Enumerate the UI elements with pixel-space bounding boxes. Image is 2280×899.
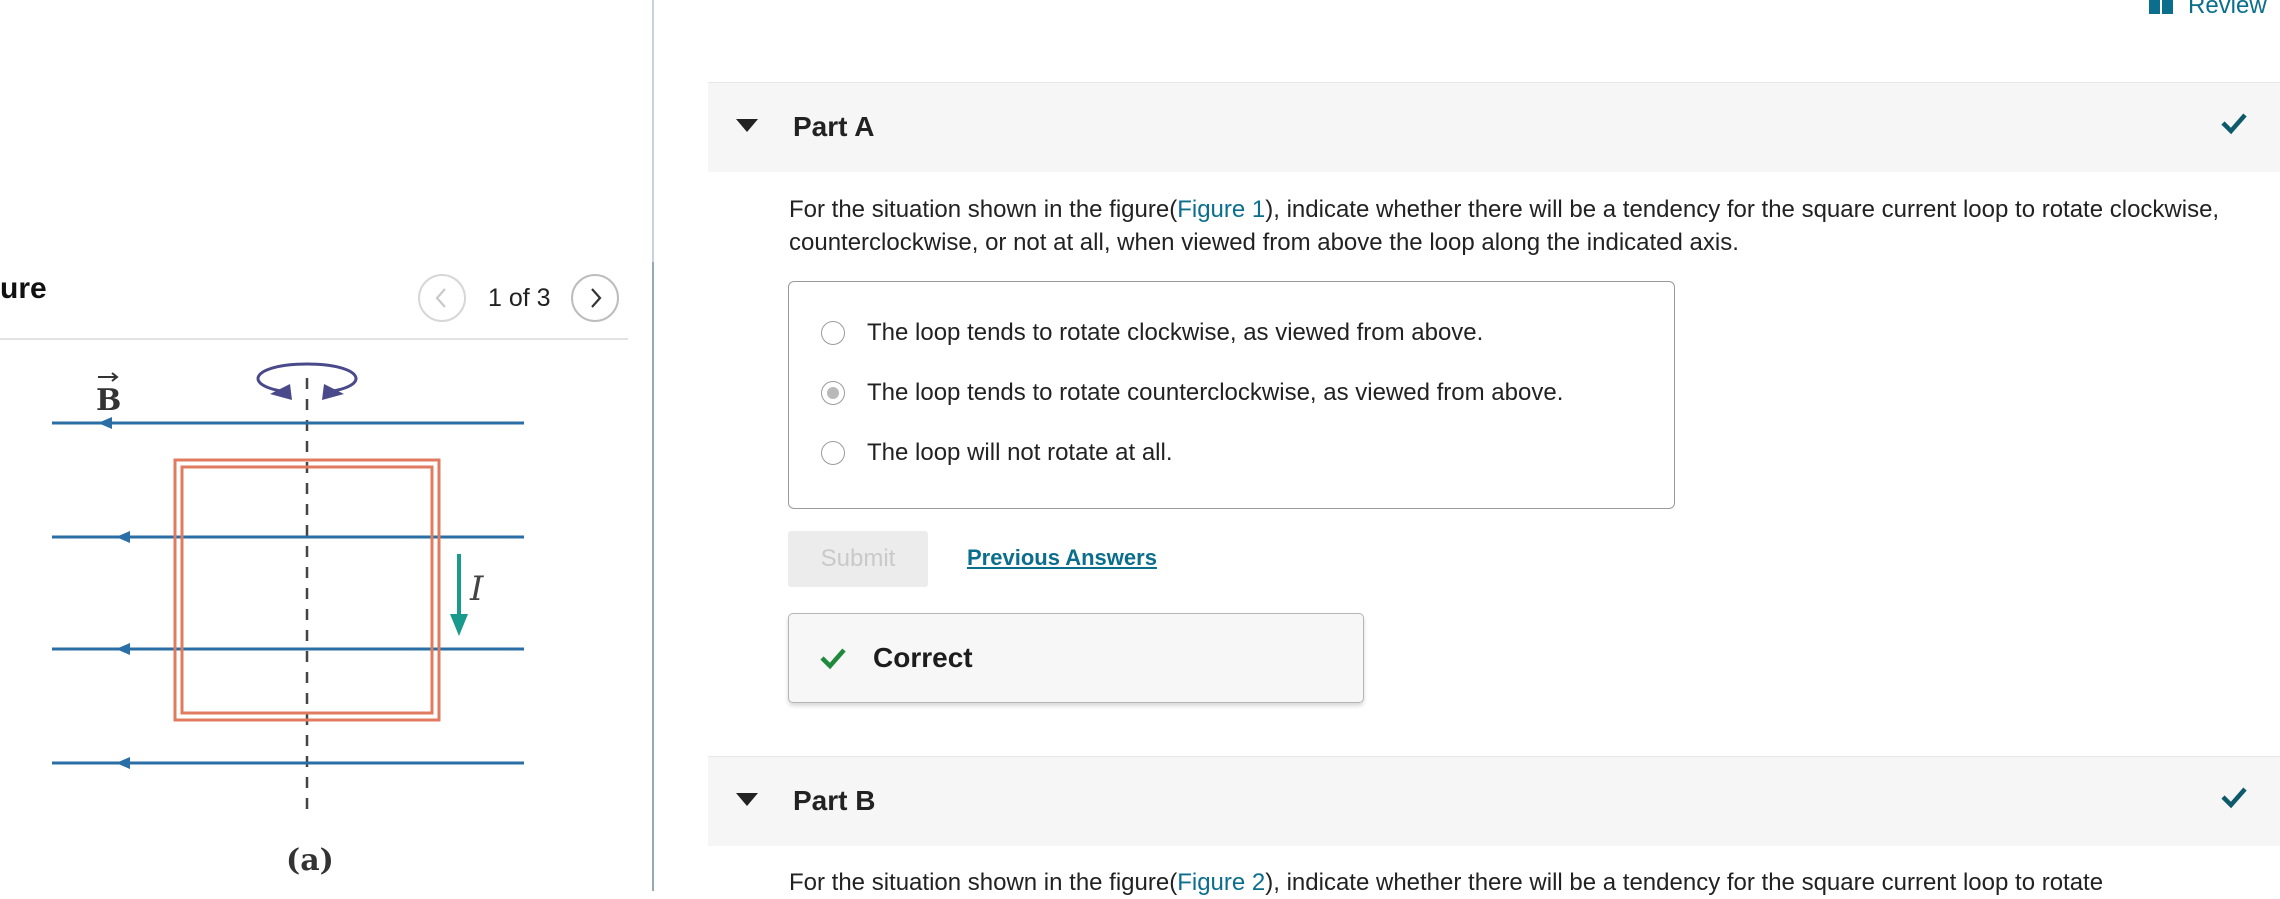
caret-down-icon <box>736 119 758 132</box>
feedback-text: Correct <box>873 642 973 673</box>
option-clockwise[interactable]: The loop tends to rotate clockwise, as v… <box>821 319 1483 347</box>
svg-text:I: I <box>469 569 484 609</box>
figure-panel-title: ure <box>0 272 47 305</box>
checkmark-icon <box>2221 787 2247 809</box>
correct-check-icon <box>820 648 846 670</box>
figure-1-link[interactable]: Figure 1 <box>1177 196 1265 223</box>
figure-panel: ure 1 of 3 B I (a) <box>0 0 654 891</box>
radio-button-selected[interactable] <box>821 381 845 405</box>
radio-button[interactable] <box>821 441 845 465</box>
answer-options: The loop tends to rotate clockwise, as v… <box>788 281 1675 509</box>
caret-down-icon <box>736 793 758 806</box>
figure-2-link[interactable]: Figure 2 <box>1177 869 1265 896</box>
previous-figure-button[interactable] <box>418 274 466 322</box>
next-figure-button[interactable] <box>570 274 619 322</box>
option-label: The loop tends to rotate counterclockwis… <box>867 379 1564 406</box>
chevron-left-icon <box>435 288 446 308</box>
figure-header-divider <box>0 338 628 340</box>
book-icon <box>2149 0 2173 14</box>
option-label: The loop tends to rotate clockwise, as v… <box>867 319 1484 346</box>
checkmark-icon <box>2221 113 2247 135</box>
current-arrow: I <box>450 554 484 636</box>
figure-diagram: B I (a) <box>52 362 524 878</box>
figure-navigation: 1 of 3 <box>418 272 619 324</box>
radio-button[interactable] <box>821 321 845 345</box>
part-b-title: Part B <box>793 785 876 816</box>
option-label: The loop will not rotate at all. <box>867 439 1173 466</box>
previous-answers-link[interactable]: Previous Answers <box>967 545 1157 571</box>
figure-caption: (a) <box>286 843 334 878</box>
svg-text:B: B <box>96 383 121 418</box>
feedback-box: Correct <box>788 613 1364 703</box>
panel-divider-handle[interactable] <box>652 262 654 891</box>
submit-button[interactable]: Submit <box>788 531 928 587</box>
part-a-title: Part A <box>793 111 875 142</box>
field-label: B <box>96 372 121 418</box>
option-no-rotation[interactable]: The loop will not rotate at all. <box>821 439 1173 467</box>
review-label: Review <box>2188 0 2267 19</box>
part-b-header[interactable]: Part B <box>708 756 2280 846</box>
review-link[interactable]: Review <box>2148 0 2267 20</box>
part-a-header[interactable]: Part A <box>708 82 2280 172</box>
field-line-arrowheads <box>98 417 130 769</box>
figure-counter: 1 of 3 <box>488 283 551 312</box>
option-counterclockwise[interactable]: The loop tends to rotate counterclockwis… <box>821 379 1563 407</box>
part-a-question: For the situation shown in the figure(Fi… <box>789 196 2220 256</box>
part-b-question: For the situation shown in the figure(Fi… <box>789 869 2104 896</box>
chevron-right-icon <box>590 288 602 308</box>
